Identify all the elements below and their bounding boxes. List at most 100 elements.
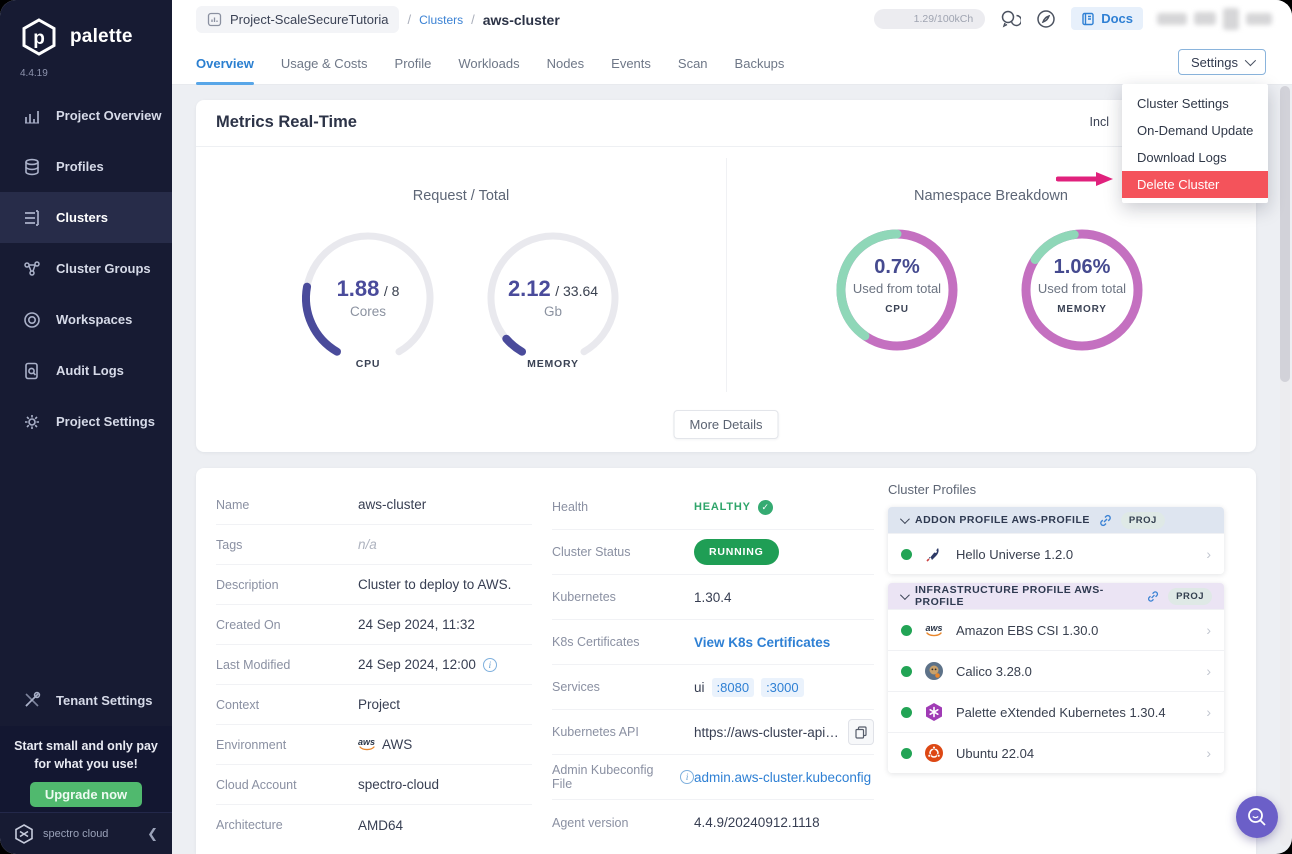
infrastructure-profile-header[interactable]: INFRASTRUCTURE PROFILE AWS-PROFILE PROJ [888,583,1224,609]
info-icon[interactable]: i [483,658,497,672]
layers-icon [22,157,42,177]
namespace-memory-percent: 1.06% [1020,256,1144,279]
metrics-title: Metrics Real-Time [216,113,357,132]
page-scrollbar[interactable] [1280,86,1290,846]
svg-text:p: p [33,28,45,49]
search-fab-button[interactable] [1236,796,1278,838]
menu-item-delete-cluster[interactable]: Delete Cluster [1122,171,1268,198]
status-dot-green [901,549,912,560]
cluster-details-card: Name aws-cluster Tags n/a Description Cl… [196,468,1256,854]
tab-overview[interactable]: Overview [196,42,254,85]
app-version: 4.4.19 [0,58,172,79]
tab-events[interactable]: Events [611,42,651,85]
sidebar-item-label: Clusters [56,210,108,225]
admin-kubeconfig-link[interactable]: admin.aws-cluster.kubeconfig [694,770,871,785]
menu-item-on-demand-update[interactable]: On-Demand Update [1122,117,1268,144]
chat-icon[interactable] [999,8,1021,30]
docs-button[interactable]: Docs [1071,7,1143,30]
namespace-cpu-caption: Used from total [835,281,959,296]
service-port-link-3000[interactable]: :3000 [761,678,804,697]
divider [196,146,1256,147]
sidebar-item-audit-logs[interactable]: Audit Logs [0,345,172,396]
redacted-avatar [1223,8,1239,30]
profile-layer-calico[interactable]: Calico 3.28.0 › [888,650,1224,691]
namespace-cpu-percent: 0.7% [835,256,959,279]
more-details-button[interactable]: More Details [674,410,779,439]
rocket-icon [923,543,945,565]
tab-profile[interactable]: Profile [395,42,432,85]
sidebar-item-project-overview[interactable]: Project Overview [0,90,172,141]
running-status-badge: RUNNING [694,539,779,565]
settings-button[interactable]: Settings [1178,49,1266,75]
sidebar-item-workspaces[interactable]: Workspaces [0,294,172,345]
sidebar-item-label: Cluster Groups [56,261,151,276]
profile-layer-hello-universe[interactable]: Hello Universe 1.2.0 › [888,533,1224,574]
kubernetes-version-value: 1.30.4 [694,590,732,605]
namespace-cpu-donut: 0.7% Used from total CPU [835,228,959,352]
detail-row-kubernetes-api: Kubernetes API https://aws-cluster-apise… [552,710,874,755]
usage-quota-pill[interactable]: 1.29/100kCh [874,9,986,29]
app-window: p palette 4.4.19 Project Overview Profil… [0,0,1292,854]
addon-profile-header-label: ADDON PROFILE AWS-PROFILE [915,514,1090,526]
profile-layer-palette-extended-kubernetes[interactable]: Palette eXtended Kubernetes 1.30.4 › [888,691,1224,732]
sidebar-item-tenant-settings[interactable]: Tenant Settings [0,676,172,724]
detail-row-kubernetes: Kubernetes 1.30.4 [552,575,874,620]
detail-row-services: Services ui :8080 :3000 [552,665,874,710]
menu-item-download-logs[interactable]: Download Logs [1122,144,1268,171]
chevron-right-icon: › [1206,663,1211,679]
upgrade-now-button[interactable]: Upgrade now [30,782,142,807]
tab-nodes[interactable]: Nodes [547,42,585,85]
spectro-cloud-brand: spectro cloud [43,828,138,840]
spectro-cloud-logo-icon [14,824,34,844]
copy-button[interactable] [848,719,874,745]
book-icon [1081,12,1095,26]
palette-logo-icon: p [18,16,60,58]
help-icon[interactable] [1035,8,1057,30]
sidebar-item-cluster-groups[interactable]: Cluster Groups [0,243,172,294]
detail-row-created-on: Created On 24 Sep 2024, 11:32 [216,605,532,645]
menu-item-cluster-settings[interactable]: Cluster Settings [1122,90,1268,117]
service-port-link-8080[interactable]: :8080 [712,678,755,697]
last-modified-value: 24 Sep 2024, 12:00 [358,657,476,672]
breadcrumb-project-label: Project-ScaleSecureTutoria [230,12,388,27]
view-k8s-certificates-link[interactable]: View K8s Certificates [694,635,830,650]
addon-profile-header[interactable]: ADDON PROFILE AWS-PROFILE PROJ [888,507,1224,533]
nodes-icon [22,259,42,279]
status-dot-green [901,666,912,677]
infrastructure-profile-header-label: INFRASTRUCTURE PROFILE AWS-PROFILE [915,584,1138,608]
metrics-clipped-option: Incl [1090,115,1109,129]
sidebar-collapse-chevron[interactable]: ❮ [147,826,158,842]
profile-layer-name: Ubuntu 22.04 [956,746,1034,761]
user-account-area[interactable] [1157,8,1272,30]
tab-workloads[interactable]: Workloads [458,42,519,85]
palette-logo: p palette [0,0,172,58]
chevron-right-icon: › [1206,745,1211,761]
tab-usage-costs[interactable]: Usage & Costs [281,42,368,85]
metrics-realtime-card: Metrics Real-Time Incl Request / Total N… [196,100,1256,452]
cpu-total-value: 8 [392,283,400,299]
created-on-value: 24 Sep 2024, 11:32 [358,617,475,632]
detail-row-admin-kubeconfig: Admin Kubeconfig Filei admin.aws-cluster… [552,755,874,800]
upgrade-promo: Start small and only pay for what you us… [0,726,172,812]
sidebar-menu: Project Overview Profiles Clusters Clust… [0,90,172,447]
scrollbar-thumb[interactable] [1280,86,1290,382]
sidebar-item-project-settings[interactable]: Project Settings [0,396,172,447]
breadcrumb-clusters-link[interactable]: Clusters [419,13,463,27]
chevron-right-icon: › [1206,704,1211,720]
detail-row-cluster-status: Cluster Status RUNNING [552,530,874,575]
doc-search-icon [22,361,42,381]
docs-label: Docs [1101,11,1133,26]
profile-layer-ubuntu[interactable]: Ubuntu 22.04 › [888,732,1224,773]
cpu-unit: Cores [298,304,438,319]
sidebar-item-profiles[interactable]: Profiles [0,141,172,192]
delete-cluster-pointer-arrow [1056,171,1114,192]
breadcrumb-project-chip[interactable]: Project-ScaleSecureTutoria [196,6,399,33]
context-value: Project [358,697,400,712]
tab-scan[interactable]: Scan [678,42,708,85]
tab-backups[interactable]: Backups [735,42,785,85]
chevron-down-icon [900,590,910,600]
architecture-value: AMD64 [358,818,403,833]
sidebar-item-clusters[interactable]: Clusters [0,192,172,243]
profile-layer-amazon-ebs-csi[interactable]: aws Amazon EBS CSI 1.30.0 › [888,609,1224,650]
info-icon[interactable]: i [680,770,694,784]
